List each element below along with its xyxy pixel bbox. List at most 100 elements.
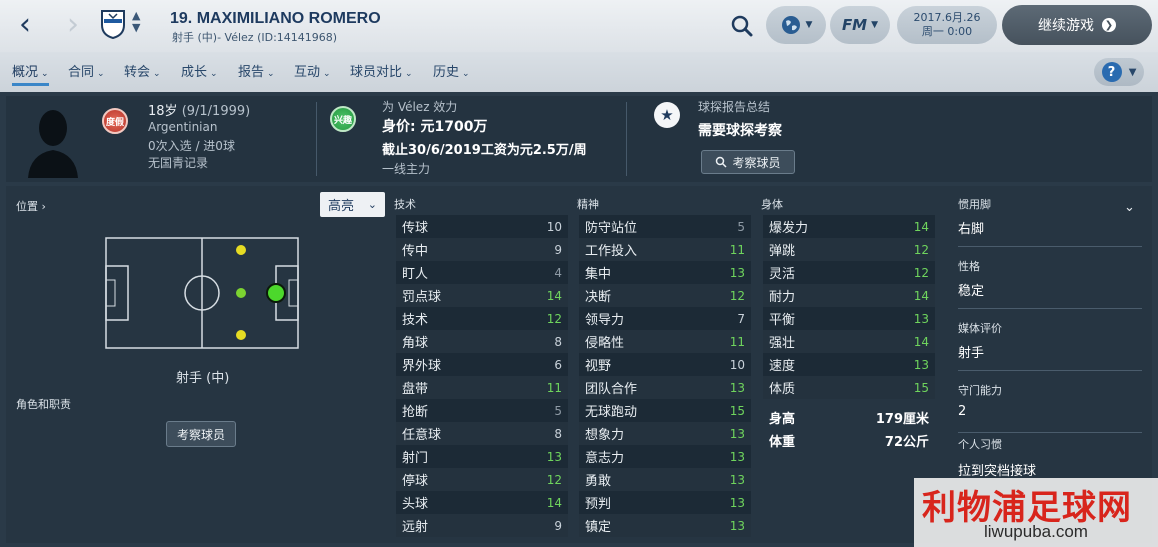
tab-overview[interactable]: 概况 ⌄ [12,61,49,86]
forward-arrow-icon[interactable]: › [58,8,88,42]
attribute-name: 灵活 [769,267,796,282]
attribute-row[interactable]: 平衡 13 [763,307,935,330]
date-display[interactable]: 2017.6月.26 周一 0:00 [897,6,997,44]
player-age-line: 18岁 (9/1/1999) [148,100,250,119]
technical-heading: 技术 [394,198,416,211]
attribute-value: 4 [554,265,562,280]
attribute-row[interactable]: 界外球 6 [396,353,568,376]
tab-compare[interactable]: 球员对比 ⌄ [350,61,413,80]
attribute-row[interactable]: 勇敢 13 [579,468,751,491]
attribute-name: 平衡 [769,313,796,328]
tab-contract[interactable]: 合同 ⌄ [68,61,105,80]
attribute-row[interactable]: 想象力 13 [579,422,751,445]
attribute-row[interactable]: 射门 13 [396,445,568,468]
attribute-row[interactable]: 传中 9 [396,238,568,261]
chevron-right-icon: › [41,200,46,213]
attribute-row[interactable]: 传球 10 [396,215,568,238]
chevron-down-icon[interactable]: ⌄ [1124,200,1135,215]
attribute-value: 9 [554,242,562,257]
attribute-row[interactable]: 领导力 7 [579,307,751,330]
position-name: 射手 (中) [176,371,230,386]
chevron-down-icon: ⌄ [97,69,105,79]
back-arrow-icon[interactable]: ‹ [10,8,40,42]
chevron-down-icon: ⌄ [462,69,470,79]
attribute-row[interactable]: 停球 12 [396,468,568,491]
attribute-row[interactable]: 集中 13 [579,261,751,284]
chevron-down-icon: ⌄ [153,69,161,79]
attribute-row[interactable]: 任意球 8 [396,422,568,445]
attribute-row[interactable]: 角球 8 [396,330,568,353]
attribute-row[interactable]: 无球跑动 15 [579,399,751,422]
attribute-value: 13 [729,449,745,464]
attribute-row[interactable]: 盘带 11 [396,376,568,399]
attribute-name: 射门 [402,451,429,466]
attribute-row[interactable]: 团队合作 13 [579,376,751,399]
highlight-select[interactable]: 高亮 ⌄ [320,192,385,217]
attribute-row[interactable]: 速度 13 [763,353,935,376]
attribute-name: 盯人 [402,267,429,282]
attribute-row[interactable]: 工作投入 11 [579,238,751,261]
tab-history[interactable]: 历史 ⌄ [433,61,470,80]
position-label[interactable]: 位置 › [16,198,46,214]
scout-player-button[interactable]: 考察球员 [701,150,795,174]
player-switch-icon[interactable]: ▲ ▼ [132,10,140,34]
attribute-row[interactable]: 体质 15 [763,376,935,399]
attribute-value: 13 [729,495,745,510]
position-dot-main [266,283,286,303]
attribute-row[interactable]: 头球 14 [396,491,568,514]
tab-bar: 概况 ⌄ 合同 ⌄ 转会 ⌄ 成长 ⌄ 报告 ⌄ 互动 ⌄ 球员对比 ⌄ 历史 ⌄ ? ▼ [0,52,1158,92]
attribute-value: 14 [546,495,562,510]
attribute-row[interactable]: 罚点球 14 [396,284,568,307]
attribute-row[interactable]: 灵活 12 [763,261,935,284]
squad-status: 一线主力 [382,162,431,176]
interest-badge[interactable]: 兴趣 [330,106,356,132]
weight-value: 72公斤 [884,435,929,450]
attribute-row[interactable]: 抢断 5 [396,399,568,422]
attribute-row[interactable]: 视野 10 [579,353,751,376]
player-subtitle: 射手 (中)- Vélez (ID:14141968) [172,31,338,44]
attribute-row[interactable]: 决断 12 [579,284,751,307]
attribute-name: 抢断 [402,405,429,420]
attribute-row[interactable]: 侵略性 11 [579,330,751,353]
height-row: 身高 179厘米 [763,406,935,429]
attribute-value: 9 [554,518,562,533]
help-button[interactable]: ? ▼ [1094,58,1144,86]
holiday-badge[interactable]: 度假 [102,108,128,134]
attribute-value: 13 [546,449,562,464]
player-name: 19. MAXIMILIANO ROMERO [170,10,381,27]
weight-row: 体重 72公斤 [763,429,935,452]
attribute-row[interactable]: 爆发力 14 [763,215,935,238]
personality-label: 性格 [958,260,980,273]
attribute-name: 停球 [402,474,429,489]
continue-game-button[interactable]: 继续游戏 ❯ [1002,5,1152,45]
attribute-name: 意志力 [585,451,625,466]
attribute-row[interactable]: 防守站位 5 [579,215,751,238]
attribute-row[interactable]: 镇定 13 [579,514,751,537]
attribute-row[interactable]: 远射 9 [396,514,568,537]
world-menu-button[interactable]: ▼ [766,6,826,44]
attribute-row[interactable]: 弹跳 12 [763,238,935,261]
tab-development[interactable]: 成长 ⌄ [181,61,218,80]
fm-menu-button[interactable]: FM ▼ [830,6,890,44]
attribute-row[interactable]: 强壮 14 [763,330,935,353]
tab-transfer[interactable]: 转会 ⌄ [124,61,161,80]
tab-interaction[interactable]: 互动 ⌄ [294,61,331,80]
attribute-row[interactable]: 耐力 14 [763,284,935,307]
attribute-row[interactable]: 盯人 4 [396,261,568,284]
attribute-value: 10 [729,357,745,372]
attribute-row[interactable]: 意志力 13 [579,445,751,468]
attribute-name: 视野 [585,359,612,374]
scout-player-button-2[interactable]: 考察球员 [166,421,236,447]
attribute-name: 镇定 [585,520,612,535]
tab-reports[interactable]: 报告 ⌄ [238,61,275,80]
attribute-name: 盘带 [402,382,429,397]
position-dot-right-striker [236,330,246,340]
height-value: 179厘米 [875,412,929,427]
chevron-down-icon: ▼ [1128,66,1137,78]
attribute-row[interactable]: 预判 13 [579,491,751,514]
attribute-name: 想象力 [585,428,625,443]
habits-label: 个人习惯 [958,438,1002,451]
attribute-value: 12 [913,242,929,257]
search-icon[interactable] [728,12,756,40]
attribute-row[interactable]: 技术 12 [396,307,568,330]
